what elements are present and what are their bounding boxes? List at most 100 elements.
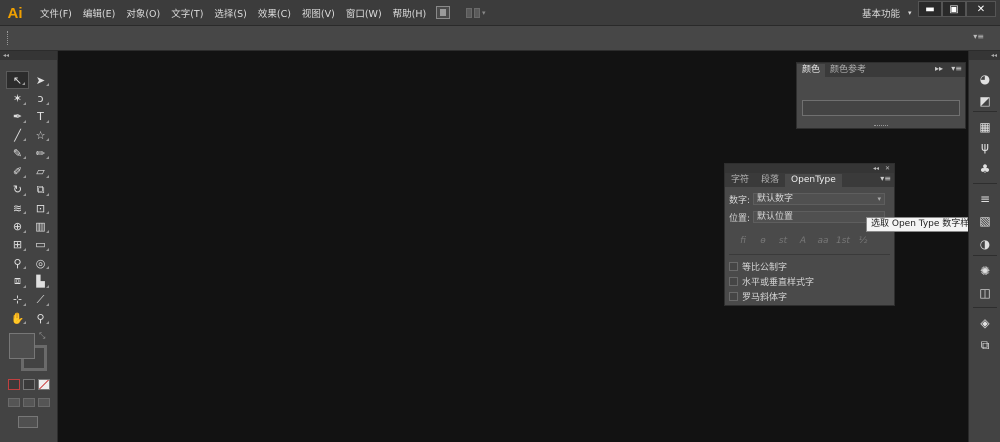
menu-effect[interactable]: 效果(C) [254,6,295,20]
tab-opentype[interactable]: OpenType [785,174,842,187]
stroke-icon[interactable]: ≡ [975,191,995,207]
color-spectrum-bar[interactable] [802,100,960,116]
close-panel-icon[interactable]: ✕ [885,164,890,173]
figure-select-value: 默认数字 [757,194,794,204]
draw-normal-button[interactable] [8,398,20,407]
appearance-icon[interactable]: ✺ [975,263,995,279]
artboard-tool[interactable]: ⊹ [6,291,29,309]
color-icon[interactable]: ◩ [975,93,995,109]
figure-select[interactable]: 默认数字 ▾ [753,193,885,205]
checkbox-box[interactable] [729,277,738,286]
checkbox-box[interactable] [729,262,738,271]
symbols-icon[interactable]: ♣ [975,161,995,177]
zoom-tool[interactable]: ⚲ [29,309,52,327]
fill-stroke-swatch[interactable]: ⤡ [9,331,49,373]
go-to-bridge-button[interactable] [436,6,450,19]
blob-brush-tool[interactable]: ✐ [6,162,29,180]
menu-type[interactable]: 文字(T) [167,6,207,20]
selection-tool[interactable]: ↖ [6,71,29,90]
tab-character[interactable]: 字符 [725,174,755,187]
panel-menu-icon[interactable]: ▾≡ [880,174,891,183]
menu-file[interactable]: 文件(F) [36,6,76,20]
blend-tool[interactable]: ◎ [29,254,52,272]
opentype-panel-titlebar[interactable]: ◂◂ ✕ [725,164,894,173]
tools-panel-collapse[interactable]: ◂◂ [0,51,57,60]
lasso-tool[interactable]: ↄ [29,89,52,107]
discretionary-ligatures-icon[interactable]: st [775,235,791,247]
menu-edit[interactable]: 编辑(E) [79,6,119,20]
gradient-mode-button[interactable] [23,379,35,390]
dock-collapse[interactable]: ◂◂ [969,51,1000,60]
graphic-styles-icon[interactable]: ◫ [975,285,995,301]
control-bar-grip[interactable] [7,31,9,45]
swap-fill-stroke-icon[interactable]: ⤡ [39,331,45,341]
eraser-tool[interactable]: ▱ [29,162,52,180]
tooltip: 选取 Open Type 数字样式 [866,217,982,232]
menu-select[interactable]: 选择(S) [210,6,250,20]
close-button[interactable]: ✕ [966,1,996,17]
collapse-panel-icon[interactable]: ◂◂ [873,164,879,173]
expand-panel-icon[interactable]: ▸▸ [935,64,943,73]
checkbox-box[interactable] [729,292,738,301]
contextual-alternates-icon[interactable]: ɵ [755,235,771,247]
paintbrush-tool[interactable]: ✎ [6,144,29,162]
perspective-grid-tool[interactable]: ▥ [29,217,52,235]
maximize-button[interactable]: ▣ [942,1,966,17]
workspace-switcher[interactable]: 基本功能 ▾ [862,0,912,26]
fractions-icon[interactable]: ½ [855,235,871,247]
warp-tool[interactable]: ≋ [6,199,29,217]
minimize-button[interactable]: ▬ [918,1,942,17]
symbol-sprayer-tool[interactable]: ⧈ [6,272,29,290]
gradient-tool[interactable]: ▭ [29,236,52,254]
pencil-tool[interactable]: ✏ [29,144,52,162]
gradient-icon[interactable]: ▧ [975,213,995,229]
artboards-icon[interactable]: ⧉ [975,337,995,353]
tools-panel: ◂◂ ↖ ➤ ✶ ↄ ✒ T ╱ ☆ ✎ ✏ ✐ ▱ ↻ ⧉ ≋ ⊡ ⊕ ▥ ⊞ ▭ ⚲ ◎ ⧈ ▙ ⊹ ⟋ ✋ ⚲ ⤡ [0,51,58,442]
swatches-icon[interactable]: ▦ [975,119,995,135]
menu-object[interactable]: 对象(O) [122,6,164,20]
star-tool[interactable]: ☆ [29,126,52,144]
menu-help[interactable]: 帮助(H) [389,6,431,20]
hand-tool[interactable]: ✋ [6,309,29,327]
control-bar-menu-icon[interactable]: ▾≡ [973,32,984,41]
type-tool[interactable]: T [29,108,52,126]
panel-resize-grip[interactable] [874,125,888,127]
scale-tool[interactable]: ⧉ [29,181,52,199]
checkbox-proportional[interactable]: 等比公制字 [729,260,787,273]
menu-view[interactable]: 视图(V) [298,6,339,20]
color-mode-button[interactable] [8,379,20,390]
line-segment-tool[interactable]: ╱ [6,126,29,144]
checkbox-horizontal-vertical[interactable]: 水平或垂直样式字 [729,275,814,288]
eyedropper-tool[interactable]: ⚲ [6,254,29,272]
panel-menu-icon[interactable]: ▾≡ [951,64,962,73]
tab-color[interactable]: 颜色 [797,64,826,77]
layers-icon[interactable]: ◈ [975,315,995,331]
draw-behind-button[interactable] [23,398,35,407]
magic-wand-tool[interactable]: ✶ [6,89,29,107]
rotate-tool[interactable]: ↻ [6,181,29,199]
color-guide-icon[interactable]: ◕ [975,71,995,87]
none-mode-button[interactable] [38,379,50,390]
stylistic-alternates-icon[interactable]: aa [815,235,831,247]
swash-icon[interactable]: A [795,235,811,247]
tab-paragraph[interactable]: 段落 [755,174,785,187]
fill-swatch[interactable] [9,333,35,359]
arrange-icon [466,8,472,18]
direct-selection-tool[interactable]: ➤ [29,71,52,89]
brushes-icon[interactable]: ψ [975,139,995,155]
screen-mode-button[interactable] [18,416,38,428]
transparency-icon[interactable]: ◑ [975,236,995,252]
column-graph-tool[interactable]: ▙ [29,272,52,290]
slice-tool[interactable]: ⟋ [29,291,52,309]
tab-color-guide[interactable]: 颜色参考 [825,64,871,77]
checkbox-roman-italics[interactable]: 罗马斜体字 [729,290,787,303]
standard-ligatures-icon[interactable]: fi [735,235,751,247]
shape-builder-tool[interactable]: ⊕ [6,217,29,235]
arrange-documents-button[interactable]: ▾ [466,7,486,19]
ordinals-icon[interactable]: 1st [835,235,851,247]
free-transform-tool[interactable]: ⊡ [29,199,52,217]
draw-inside-button[interactable] [38,398,50,407]
mesh-tool[interactable]: ⊞ [6,236,29,254]
pen-tool[interactable]: ✒ [6,108,29,126]
menu-window[interactable]: 窗口(W) [342,6,386,20]
